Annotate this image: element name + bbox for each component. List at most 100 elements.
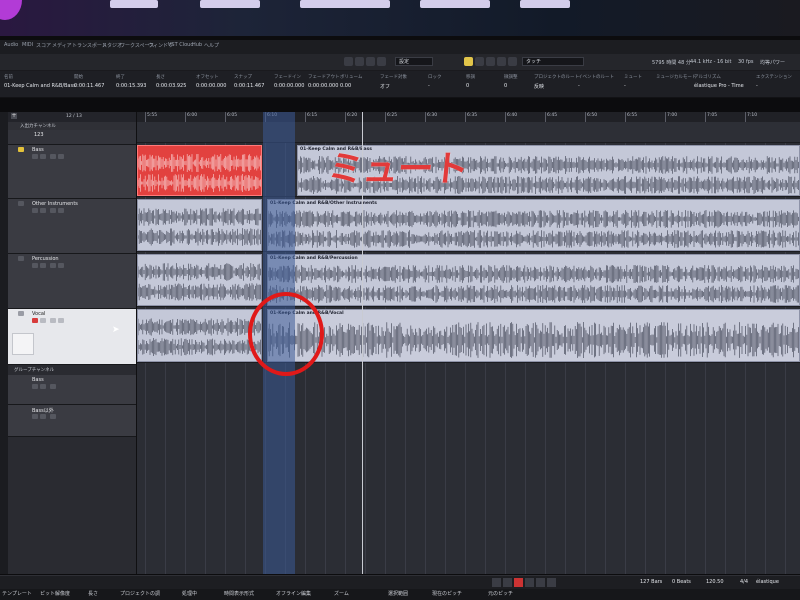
read-r-button[interactable] bbox=[497, 57, 506, 66]
info-value[interactable]: 0:00:11.467 bbox=[74, 83, 104, 89]
solo-button[interactable] bbox=[40, 384, 46, 389]
mute-button[interactable] bbox=[32, 414, 38, 419]
read-button[interactable] bbox=[50, 318, 56, 323]
mute-button[interactable] bbox=[32, 208, 38, 213]
add-track-icon[interactable]: + bbox=[11, 113, 17, 119]
clip-other-pre[interactable] bbox=[137, 199, 262, 251]
cycle-icon[interactable] bbox=[525, 578, 534, 587]
clip-vocal[interactable]: 01-Keep Calm and R&B/Vocal bbox=[267, 309, 800, 362]
info-value[interactable]: 0 bbox=[466, 83, 469, 89]
status-item[interactable]: 現在のピッチ bbox=[432, 590, 462, 597]
menu-item[interactable]: Hub bbox=[192, 42, 202, 48]
mute-m-button[interactable] bbox=[464, 57, 473, 66]
automation-mode-select[interactable]: タッチ bbox=[522, 57, 584, 66]
info-value[interactable]: 0.00 bbox=[340, 83, 351, 89]
snap-icon[interactable] bbox=[355, 57, 364, 66]
mute-button[interactable] bbox=[32, 154, 38, 159]
info-value[interactable]: 反映 bbox=[534, 83, 544, 90]
info-value[interactable]: - bbox=[578, 83, 580, 89]
menu-item[interactable]: スタジオ bbox=[102, 42, 122, 49]
group-bass-igai[interactable]: Bass以外 bbox=[8, 405, 136, 437]
solo-button[interactable] bbox=[40, 154, 46, 159]
arrangement-area[interactable]: 01-Keep Calm and R&B/Bass 01-Keep Calm a… bbox=[137, 122, 800, 574]
info-value[interactable]: 0:00:03.925 bbox=[156, 83, 186, 89]
clip-perc-pre[interactable] bbox=[137, 254, 262, 306]
menu-item[interactable]: メディア bbox=[52, 42, 72, 49]
listen-l-button[interactable] bbox=[486, 57, 495, 66]
status-item[interactable]: ズーム bbox=[334, 590, 349, 597]
ruler-tick bbox=[665, 112, 666, 122]
status-item[interactable]: テンプレート bbox=[2, 590, 32, 597]
status-item[interactable]: ピット解像度 bbox=[40, 590, 70, 597]
group-bass[interactable]: Bass bbox=[8, 375, 136, 405]
forward-icon[interactable] bbox=[547, 578, 556, 587]
beats-readout[interactable]: 0 Beats bbox=[672, 579, 691, 585]
info-value[interactable]: 0:00:00.000 bbox=[274, 83, 304, 89]
info-value[interactable]: オフ bbox=[380, 83, 390, 90]
record-icon[interactable] bbox=[514, 578, 523, 587]
solo-button[interactable] bbox=[40, 263, 46, 268]
write-button[interactable] bbox=[58, 318, 64, 323]
rewind-icon[interactable] bbox=[536, 578, 545, 587]
algorithm-readout[interactable]: élastique bbox=[756, 579, 779, 585]
clip-vocal-pre[interactable] bbox=[137, 309, 262, 362]
info-value[interactable]: - bbox=[428, 83, 430, 89]
info-value[interactable]: - bbox=[756, 83, 758, 89]
inspector-strip[interactable] bbox=[0, 112, 8, 574]
cursor-tool-icon[interactable] bbox=[377, 57, 386, 66]
menu-item[interactable]: スコア bbox=[36, 42, 51, 49]
write-button[interactable] bbox=[58, 154, 64, 159]
info-value[interactable]: 0 bbox=[504, 83, 507, 89]
status-item[interactable]: オフライン編集 bbox=[276, 590, 311, 597]
monitor-button[interactable] bbox=[40, 318, 46, 323]
bars-readout[interactable]: 127 Bars bbox=[640, 579, 662, 585]
solo-button[interactable] bbox=[40, 208, 46, 213]
status-item[interactable]: 選択範囲 bbox=[388, 590, 408, 597]
track-other-instruments[interactable]: Other Instruments bbox=[8, 199, 136, 254]
solo-button[interactable] bbox=[40, 414, 46, 419]
info-value[interactable]: 01-Keep Calm and R&B/Bass bbox=[4, 83, 76, 89]
read-button[interactable] bbox=[50, 414, 56, 419]
info-value[interactable]: 0:00:15.393 bbox=[116, 83, 146, 89]
read-button[interactable] bbox=[50, 154, 56, 159]
loop-icon[interactable] bbox=[344, 57, 353, 66]
clip-other[interactable]: 01-Keep Calm and R&B/Other Instruments bbox=[267, 199, 800, 251]
info-value[interactable]: 0:00:00.000 bbox=[196, 83, 226, 89]
status-item[interactable]: 処理中 bbox=[182, 590, 197, 597]
info-value[interactable]: élastique Pro - Time bbox=[694, 83, 744, 89]
track-vocal-selected[interactable]: Vocal bbox=[8, 309, 136, 365]
menu-item[interactable]: Audio bbox=[4, 42, 18, 48]
info-value[interactable]: - bbox=[624, 83, 626, 89]
read-button[interactable] bbox=[50, 384, 56, 389]
grid-icon[interactable] bbox=[366, 57, 375, 66]
menu-item[interactable]: MIDI bbox=[22, 42, 33, 48]
info-value[interactable]: 0:00:00.000 bbox=[308, 83, 338, 89]
read-button[interactable] bbox=[50, 208, 56, 213]
folder-track[interactable]: 123 bbox=[8, 130, 136, 145]
clip-percussion[interactable]: 01-Keep Calm and R&B/Percussion bbox=[267, 254, 800, 306]
track-picture[interactable] bbox=[12, 333, 34, 355]
menu-item[interactable]: ヘルプ bbox=[204, 42, 219, 49]
track-bass[interactable]: Bass bbox=[8, 145, 136, 199]
play-icon[interactable] bbox=[492, 578, 501, 587]
write-w-button[interactable] bbox=[508, 57, 517, 66]
solo-s-button[interactable] bbox=[475, 57, 484, 66]
record-enable-button[interactable] bbox=[32, 318, 38, 323]
info-value[interactable]: 0:00:11.467 bbox=[234, 83, 264, 89]
write-button[interactable] bbox=[58, 208, 64, 213]
mute-button[interactable] bbox=[32, 384, 38, 389]
status-item[interactable]: プロジェクトの調 bbox=[120, 590, 160, 597]
tempo-readout[interactable]: 120.50 bbox=[706, 579, 724, 585]
stop-icon[interactable] bbox=[503, 578, 512, 587]
read-button[interactable] bbox=[50, 263, 56, 268]
mute-button[interactable] bbox=[32, 263, 38, 268]
mode-select[interactable]: 設定 bbox=[395, 57, 433, 66]
status-item[interactable]: 長さ bbox=[88, 590, 98, 597]
signature-readout[interactable]: 4/4 bbox=[740, 579, 748, 585]
track-percussion[interactable]: Percussion bbox=[8, 254, 136, 309]
clip-bass-muted[interactable] bbox=[137, 145, 262, 196]
status-item[interactable]: 時間表示形式 bbox=[224, 590, 254, 597]
status-item[interactable]: 元のピッチ bbox=[488, 590, 513, 597]
menu-item[interactable]: VST Cloud bbox=[168, 42, 194, 48]
write-button[interactable] bbox=[58, 263, 64, 268]
